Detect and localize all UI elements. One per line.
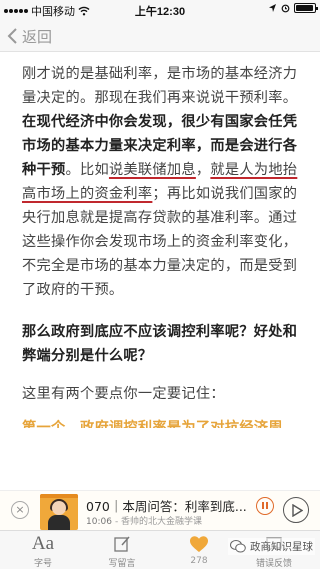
article-body: 刚才说的是基础利率，是市场的基本经济力量决定的。那现在我们再来说说干预利率。在现… bbox=[22, 62, 302, 428]
status-right bbox=[268, 3, 318, 13]
error-feedback-label: 错误反馈 bbox=[255, 559, 292, 569]
alarm-icon bbox=[281, 4, 290, 13]
font-size-tab[interactable]: Aa 字号 bbox=[13, 533, 73, 569]
course-cover-image bbox=[40, 494, 78, 530]
paragraph-text: 。比如 bbox=[65, 162, 109, 178]
write-comment-label: 写留言 bbox=[108, 559, 136, 569]
back-button[interactable]: 返回 bbox=[6, 24, 52, 48]
play-button[interactable] bbox=[283, 497, 309, 523]
player-source: - 香帅的北大金融学课 bbox=[114, 517, 203, 527]
cover-figure-face bbox=[52, 501, 66, 515]
article-paragraph-1: 刚才说的是基础利率，是市场的基本经济力量决定的。那现在我们再来说说干预利率。在现… bbox=[22, 62, 302, 302]
paragraph-text: 刚才说的是基础利率，是市场的基本经济力量决定的。那现在我们再来说说干预利率。 bbox=[22, 66, 298, 106]
like-tab[interactable]: 278 bbox=[169, 533, 229, 566]
player-subtitle: 10:06- 香帅的北大金融学课 bbox=[86, 514, 202, 527]
player-title[interactable]: 070｜本周问答：利率到底... bbox=[86, 496, 256, 515]
edit-icon bbox=[114, 536, 130, 552]
close-player-button[interactable]: × bbox=[11, 501, 29, 519]
font-size-icon: Aa bbox=[31, 533, 55, 554]
comment-icon-wrap bbox=[92, 533, 152, 555]
like-count: 278 bbox=[190, 556, 208, 566]
font-size-label: 字号 bbox=[33, 559, 52, 569]
watermark-text: 政商知识星球 bbox=[250, 541, 313, 553]
player-time: 10:06 bbox=[86, 517, 112, 527]
battery-icon bbox=[294, 3, 318, 13]
write-comment-tab[interactable]: 写留言 bbox=[92, 533, 152, 569]
navigation-bar: 返回 bbox=[0, 20, 320, 52]
like-icon-wrap bbox=[169, 533, 229, 555]
pause-button[interactable] bbox=[256, 497, 274, 515]
audio-mini-player[interactable]: × 070｜本周问答：利率到底... 10:06- 香帅的北大金融学课 bbox=[0, 490, 320, 530]
article-paragraph-2: 这里有两个要点你一定要记住： bbox=[22, 386, 225, 402]
watermark: 政商知识星球 bbox=[228, 538, 315, 555]
play-icon bbox=[292, 504, 303, 517]
wechat-icon bbox=[230, 540, 246, 553]
chevron-left-icon bbox=[7, 28, 17, 44]
article-paragraph-3: 第一个，政府调控利率是为了对抗经济周 bbox=[22, 420, 283, 428]
cover-figure-body bbox=[48, 515, 70, 530]
paragraph-text: ， bbox=[195, 162, 211, 178]
article-question-heading: 那么政府到底应不应该调控利率呢？好处和弊端分别是什么呢？ bbox=[22, 324, 298, 364]
status-bar: 中国移动 上午12:30 bbox=[0, 0, 320, 20]
underlined-text: 说美联储加息 bbox=[108, 162, 196, 178]
cover-stripe bbox=[40, 494, 78, 498]
location-arrow-icon bbox=[269, 4, 276, 12]
heart-icon bbox=[190, 536, 208, 552]
back-label: 返回 bbox=[22, 27, 53, 46]
